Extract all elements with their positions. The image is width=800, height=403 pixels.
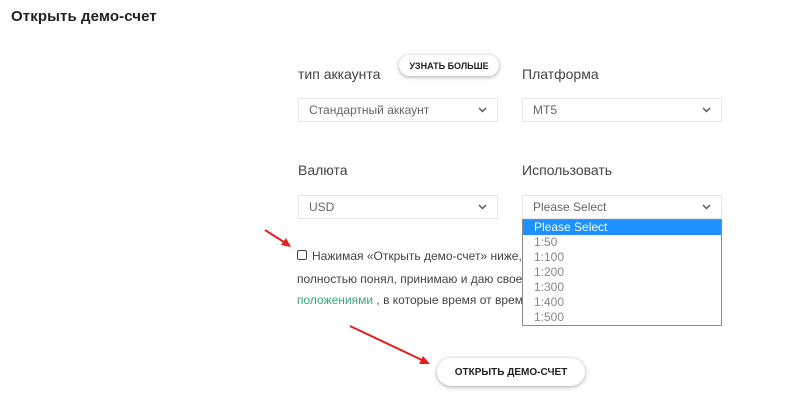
arrow-icon (349, 325, 430, 364)
annotation-arrows (264, 229, 430, 364)
arrow-icon (264, 229, 291, 247)
